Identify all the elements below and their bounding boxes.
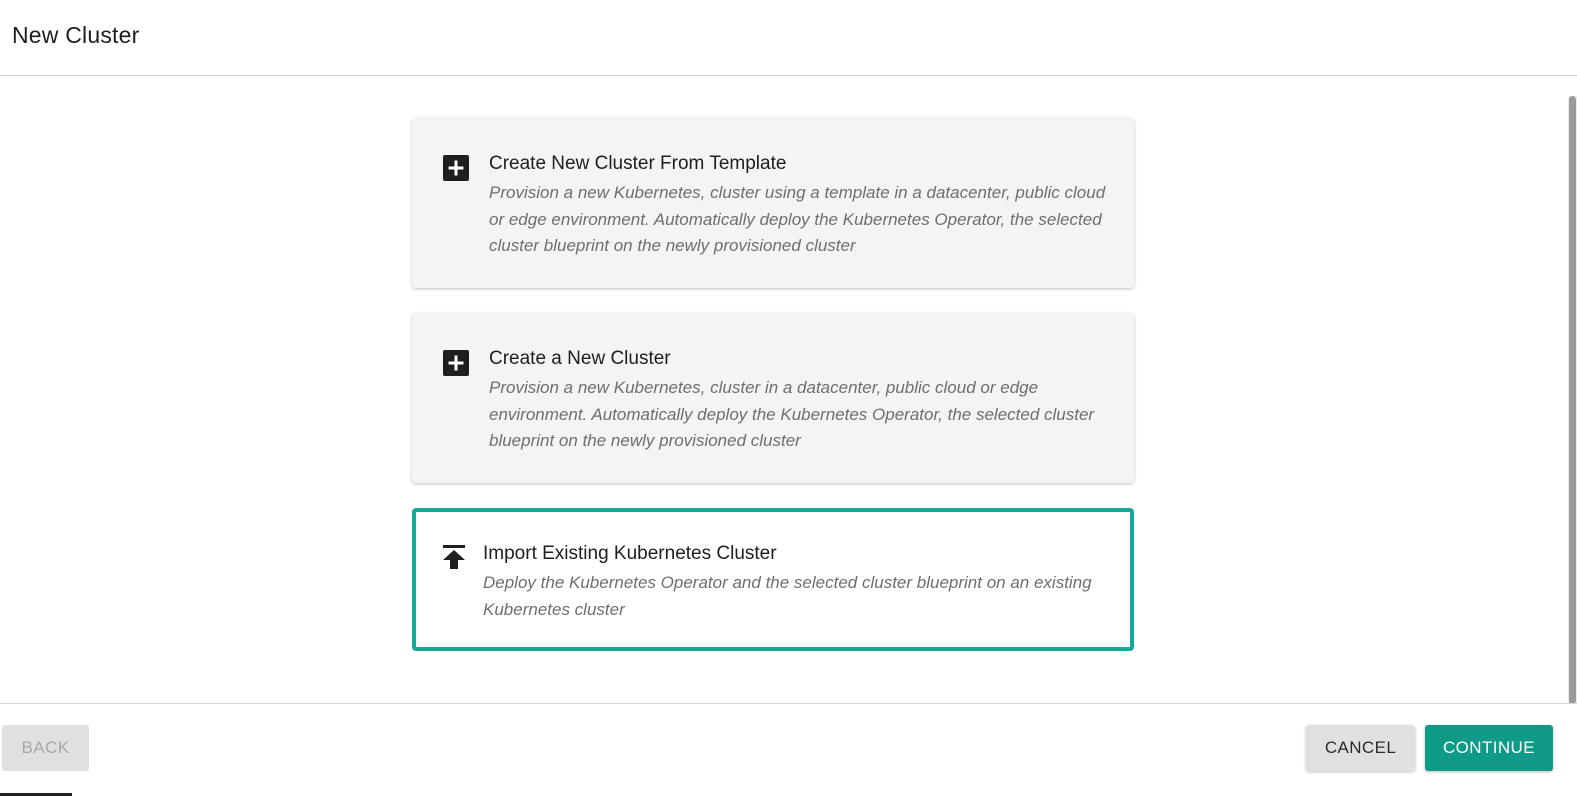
plus-box-icon <box>443 155 469 181</box>
option-description: Deploy the Kubernetes Operator and the s… <box>483 573 1092 619</box>
option-title: Import Existing Kubernetes Cluster <box>483 543 777 564</box>
dialog-footer: BACK CANCEL CONTINUE <box>0 703 1577 796</box>
option-description: Provision a new Kubernetes, cluster in a… <box>489 378 1095 450</box>
plus-box-icon <box>443 350 469 376</box>
option-import-existing-cluster[interactable]: Import Existing Kubernetes Cluster Deplo… <box>412 508 1134 651</box>
continue-button[interactable]: CONTINUE <box>1425 725 1553 771</box>
cancel-button[interactable]: CANCEL <box>1306 725 1415 771</box>
upload-icon <box>441 544 467 570</box>
back-button[interactable]: BACK <box>2 725 89 771</box>
scrollbar[interactable] <box>1568 96 1577 704</box>
scrollbar-thumb[interactable] <box>1569 96 1576 704</box>
option-create-from-template[interactable]: Create New Cluster From Template Provisi… <box>412 118 1134 288</box>
option-description: Provision a new Kubernetes, cluster usin… <box>489 183 1106 255</box>
new-cluster-dialog: New Cluster Create New Cluster From Temp… <box>0 0 1577 796</box>
dialog-header: New Cluster <box>0 0 1577 76</box>
option-title: Create a New Cluster <box>489 348 671 369</box>
option-create-new-cluster[interactable]: Create a New Cluster Provision a new Kub… <box>412 313 1134 483</box>
dialog-title: New Cluster <box>12 22 140 48</box>
option-title: Create New Cluster From Template <box>489 153 787 174</box>
